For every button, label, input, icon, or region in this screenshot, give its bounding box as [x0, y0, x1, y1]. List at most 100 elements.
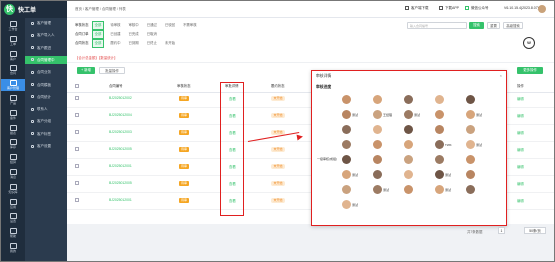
filter-option[interactable]: 全部	[91, 30, 105, 39]
select-all-checkbox[interactable]	[75, 84, 79, 88]
filter-option[interactable]: 未开始	[163, 40, 177, 47]
submenu-item[interactable]: 合同业务	[25, 68, 67, 76]
close-icon[interactable]: ×	[500, 73, 502, 78]
reset-button[interactable]: 重置	[487, 22, 500, 29]
primary-nav-rail: 工作台工单客户合同客户管理产品备件报表库存结算消息知识库应用设置帮助我的	[1, 18, 25, 261]
breadcrumb: 首页 / 客户管理 / 合同管理 / 列表	[75, 7, 126, 11]
submenu-item[interactable]: 客户跟进	[25, 44, 67, 52]
filter-option[interactable]: 待审核	[108, 22, 122, 29]
submenu-item[interactable]: 合同模板	[25, 81, 67, 89]
filter-option[interactable]: 已通过	[145, 22, 159, 29]
rail-item[interactable]: 设置	[1, 212, 25, 224]
submenu-item[interactable]: 客户分组	[25, 117, 67, 125]
submenu-item[interactable]: 客户设置	[25, 142, 67, 150]
profile-badge-icon[interactable]: W	[523, 37, 535, 49]
filter-option[interactable]: 审核中	[127, 22, 141, 29]
submenu-item[interactable]: 客户管理	[25, 19, 67, 27]
wechat-link[interactable]: 微信公众号	[465, 6, 489, 11]
row-edit-link[interactable]: 编辑	[517, 113, 524, 118]
approver-avatar	[435, 185, 444, 194]
col-header-perform[interactable]: 履约状态	[271, 81, 285, 91]
filter-option[interactable]: 履约中	[108, 40, 122, 47]
rail-item[interactable]: 工作台	[1, 20, 25, 32]
submenu-item[interactable]: 客户导入人	[25, 31, 67, 39]
contract-code-link[interactable]: BJ2025012002	[109, 96, 132, 100]
filter-option[interactable]: 已驳回	[163, 22, 177, 29]
contract-code-link[interactable]: BJ2025012001	[109, 198, 132, 202]
user-avatar[interactable]	[538, 5, 546, 13]
new-button[interactable]: + 新增	[77, 67, 95, 74]
row-checkbox[interactable]	[75, 147, 79, 151]
search-button[interactable]: 搜索	[469, 22, 484, 29]
filter-option[interactable]: 已创建	[108, 31, 122, 38]
filter-option[interactable]: 已终止	[145, 40, 159, 47]
breadcrumb-item[interactable]: 首页	[75, 7, 82, 11]
row-checkbox[interactable]	[75, 96, 79, 100]
row-edit-link[interactable]: 编辑	[517, 164, 524, 169]
col-header-code[interactable]: 合同编号	[109, 81, 123, 91]
approver-avatar	[466, 170, 475, 179]
row-checkbox[interactable]	[75, 198, 79, 202]
approver-item	[342, 95, 372, 105]
row-edit-link[interactable]: 编辑	[517, 198, 524, 203]
rail-item[interactable]: 产品	[1, 94, 25, 106]
approver-item: 测试	[466, 140, 496, 150]
col-header-status[interactable]: 审核状态	[177, 81, 191, 91]
page-number[interactable]: 1	[498, 227, 505, 234]
client-download-link[interactable]: 客户端下载	[405, 6, 429, 11]
filter-option[interactable]: 已到期	[127, 40, 141, 47]
filter-option[interactable]: 全部	[91, 21, 105, 30]
contract-code-link[interactable]: BJ2025012005	[109, 147, 132, 151]
filter-option[interactable]: 已取消	[145, 31, 159, 38]
row-checkbox[interactable]	[75, 164, 79, 168]
menu-icon	[31, 144, 34, 148]
perform-status-badge: 未开始	[271, 146, 285, 152]
row-edit-link[interactable]: 编辑	[517, 181, 524, 186]
rail-item[interactable]: 客户	[1, 50, 25, 62]
perform-status-badge: 未开始	[271, 95, 285, 101]
breadcrumb-item[interactable]: 合同管理	[102, 7, 116, 11]
advanced-search-button[interactable]: 高级搜索	[503, 22, 523, 29]
rail-item[interactable]: 知识库	[1, 183, 25, 195]
approver-avatar	[373, 125, 382, 134]
submenu-item[interactable]: 合同统计	[25, 93, 67, 101]
more-actions-button[interactable]: 更多操作	[517, 67, 543, 74]
filter-option[interactable]: 全部	[91, 39, 105, 48]
row-checkbox[interactable]	[75, 113, 79, 117]
rail-item[interactable]: 帮助	[1, 227, 25, 239]
rail-item[interactable]: 我的	[1, 242, 25, 254]
rail-item[interactable]: 结算	[1, 153, 25, 165]
submenu-item[interactable]: 联系人	[25, 105, 67, 113]
rail-item[interactable]: 报表	[1, 124, 25, 136]
approver-avatar	[342, 185, 351, 194]
filter-option[interactable]: 不需审核	[181, 22, 199, 29]
submenu-item[interactable]: 客户标签	[25, 130, 67, 138]
rail-item[interactable]: 应用	[1, 198, 25, 210]
search-input[interactable]: 输入合同编号	[407, 22, 467, 29]
contract-code-link[interactable]: BJ2025012001	[109, 164, 132, 168]
contract-code-link[interactable]: BJ2025012005	[109, 181, 132, 185]
row-edit-link[interactable]: 编辑	[517, 96, 524, 101]
row-checkbox[interactable]	[75, 181, 79, 185]
row-edit-link[interactable]: 编辑	[517, 147, 524, 152]
rail-item[interactable]: 消息	[1, 168, 25, 180]
rail-item[interactable]: 合同	[1, 64, 25, 76]
breadcrumb-item[interactable]: 客户管理	[85, 7, 99, 11]
approver-avatar	[373, 155, 382, 164]
rail-item[interactable]: 库存	[1, 138, 25, 150]
row-edit-link[interactable]: 编辑	[517, 130, 524, 135]
rail-item[interactable]: 工单	[1, 35, 25, 47]
submenu-item[interactable]: 合同管理中	[25, 55, 67, 64]
approver-avatar	[435, 125, 444, 134]
rail-item[interactable]: 备件	[1, 109, 25, 121]
batch-button[interactable]: 批量操作	[99, 67, 125, 74]
contract-code-link[interactable]: BJ2025012003	[109, 130, 132, 134]
page-size-select[interactable]: 50条/页	[524, 227, 546, 234]
approver-avatar	[404, 155, 413, 164]
app-download-link[interactable]: 下载APP	[439, 6, 459, 11]
row-checkbox[interactable]	[75, 130, 79, 134]
rail-item-label: 设置	[9, 219, 16, 224]
contract-code-link[interactable]: BJ2025012004	[109, 113, 132, 117]
filter-option[interactable]: 已完成	[127, 31, 141, 38]
rail-item[interactable]: 客户管理	[1, 79, 25, 92]
